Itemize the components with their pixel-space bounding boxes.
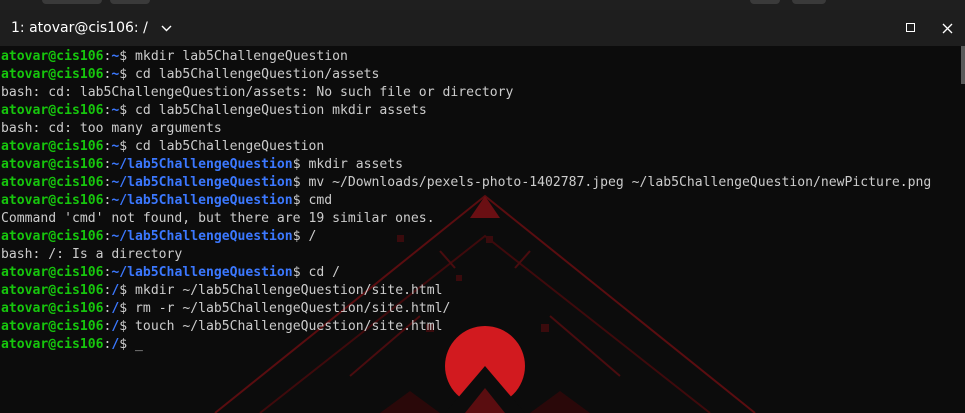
scrollbar[interactable] <box>961 46 965 84</box>
prompt-symbol: $ <box>119 337 136 352</box>
terminal-prompt-line: atovar@cis106:/$ touch ~/lab5ChallengeQu… <box>1 318 931 336</box>
prompt-user-host: atovar@cis106 <box>1 103 104 118</box>
prompt-user-host: atovar@cis106 <box>1 229 104 244</box>
prompt-symbol: $ <box>292 175 309 190</box>
prompt-user-host: atovar@cis106 <box>1 301 104 316</box>
terminal-output-line: bash: cd: too many arguments <box>1 120 931 138</box>
title-bar: 1: atovar@cis106: / <box>0 10 965 46</box>
window-controls <box>893 10 965 46</box>
terminal-prompt-line: atovar@cis106:~/lab5ChallengeQuestion$ c… <box>1 264 931 282</box>
command-text: mkdir ~/lab5ChallengeQuestion/site.html <box>135 283 443 298</box>
prompt-path: ~/lab5ChallengeQuestion <box>111 175 293 190</box>
terminal-prompt-line: atovar@cis106:/$ _ <box>1 336 931 354</box>
prompt-user-host: atovar@cis106 <box>1 49 104 64</box>
prompt-user-host: atovar@cis106 <box>1 139 104 154</box>
prompt-symbol: $ <box>119 103 136 118</box>
top-strip-chip <box>42 0 102 4</box>
command-text: cd / <box>308 265 341 280</box>
prompt-symbol: $ <box>119 139 136 154</box>
close-icon[interactable] <box>929 10 965 46</box>
chevron-down-icon[interactable] <box>160 21 174 35</box>
top-strip-chip <box>750 0 780 4</box>
prompt-user-host: atovar@cis106 <box>1 157 104 172</box>
terminal-output-line: bash: cd: lab5ChallengeQuestion/assets: … <box>1 84 931 102</box>
command-text: cd lab5ChallengeQuestion mkdir assets <box>135 103 427 118</box>
prompt-path: ~/lab5ChallengeQuestion <box>111 157 293 172</box>
prompt-path: ~/lab5ChallengeQuestion <box>111 193 293 208</box>
terminal-prompt-line: atovar@cis106:/$ rm -r ~/lab5ChallengeQu… <box>1 300 931 318</box>
terminal-lines: atovar@cis106:~$ mkdir lab5ChallengeQues… <box>1 48 931 354</box>
prompt-user-host: atovar@cis106 <box>1 265 104 280</box>
terminal-prompt-line: atovar@cis106:~/lab5ChallengeQuestion$ m… <box>1 174 931 192</box>
prompt-user-host: atovar@cis106 <box>1 67 104 82</box>
tab-terminal[interactable]: 1: atovar@cis106: / <box>0 10 180 46</box>
prompt-user-host: atovar@cis106 <box>1 319 104 334</box>
prompt-symbol: $ <box>292 157 309 172</box>
top-strip-chip <box>792 0 826 4</box>
command-text: / <box>308 229 317 244</box>
top-strip-chip <box>110 0 150 4</box>
terminal-window: 1: atovar@cis106: / atovar@cis106:~$ mkd… <box>0 0 965 413</box>
terminal-prompt-line: atovar@cis106:~$ cd lab5ChallengeQuestio… <box>1 102 931 120</box>
command-text: cd lab5ChallengeQuestion/assets <box>135 67 380 82</box>
prompt-user-host: atovar@cis106 <box>1 175 104 190</box>
prompt-symbol: $ <box>292 265 309 280</box>
prompt-path: ~/lab5ChallengeQuestion <box>111 229 293 244</box>
maximize-icon[interactable] <box>893 10 929 46</box>
command-output: bash: cd: too many arguments <box>1 121 222 136</box>
terminal-prompt-line: atovar@cis106:~$ cd lab5ChallengeQuestio… <box>1 138 931 156</box>
text-cursor: _ <box>135 337 143 352</box>
prompt-symbol: $ <box>119 319 136 334</box>
tab-title: 1: atovar@cis106: / <box>11 20 148 36</box>
terminal-output-line: bash: /: Is a directory <box>1 246 931 264</box>
terminal-prompt-line: atovar@cis106:~$ cd lab5ChallengeQuestio… <box>1 66 931 84</box>
top-strip <box>0 0 965 10</box>
command-text: rm -r ~/lab5ChallengeQuestion/site.html/ <box>135 301 451 316</box>
prompt-symbol: $ <box>119 67 136 82</box>
terminal-output-line: Command 'cmd' not found, but there are 1… <box>1 210 931 228</box>
prompt-user-host: atovar@cis106 <box>1 193 104 208</box>
prompt-path: ~/lab5ChallengeQuestion <box>111 265 293 280</box>
terminal-prompt-line: atovar@cis106:/$ mkdir ~/lab5ChallengeQu… <box>1 282 931 300</box>
command-text: cd lab5ChallengeQuestion <box>135 139 325 154</box>
prompt-symbol: $ <box>292 193 309 208</box>
prompt-symbol: $ <box>119 301 136 316</box>
command-text: cmd <box>308 193 333 208</box>
prompt-user-host: atovar@cis106 <box>1 283 104 298</box>
prompt-symbol: $ <box>292 229 309 244</box>
prompt-user-host: atovar@cis106 <box>1 337 104 352</box>
command-output: bash: /: Is a directory <box>1 247 183 262</box>
terminal-prompt-line: atovar@cis106:~/lab5ChallengeQuestion$ / <box>1 228 931 246</box>
command-text: mkdir lab5ChallengeQuestion <box>135 49 348 64</box>
terminal-prompt-line: atovar@cis106:~/lab5ChallengeQuestion$ m… <box>1 156 931 174</box>
command-output: Command 'cmd' not found, but there are 1… <box>1 211 435 226</box>
command-text: mv ~/Downloads/pexels-photo-1402787.jpeg… <box>308 175 932 190</box>
command-text: mkdir assets <box>308 157 404 172</box>
prompt-symbol: $ <box>119 283 136 298</box>
terminal-prompt-line: atovar@cis106:~/lab5ChallengeQuestion$ c… <box>1 192 931 210</box>
terminal-output-area[interactable]: atovar@cis106:~$ mkdir lab5ChallengeQues… <box>0 46 965 413</box>
prompt-symbol: $ <box>119 49 136 64</box>
command-output: bash: cd: lab5ChallengeQuestion/assets: … <box>1 85 514 100</box>
command-text: touch ~/lab5ChallengeQuestion/site.html <box>135 319 443 334</box>
terminal-prompt-line: atovar@cis106:~$ mkdir lab5ChallengeQues… <box>1 48 931 66</box>
